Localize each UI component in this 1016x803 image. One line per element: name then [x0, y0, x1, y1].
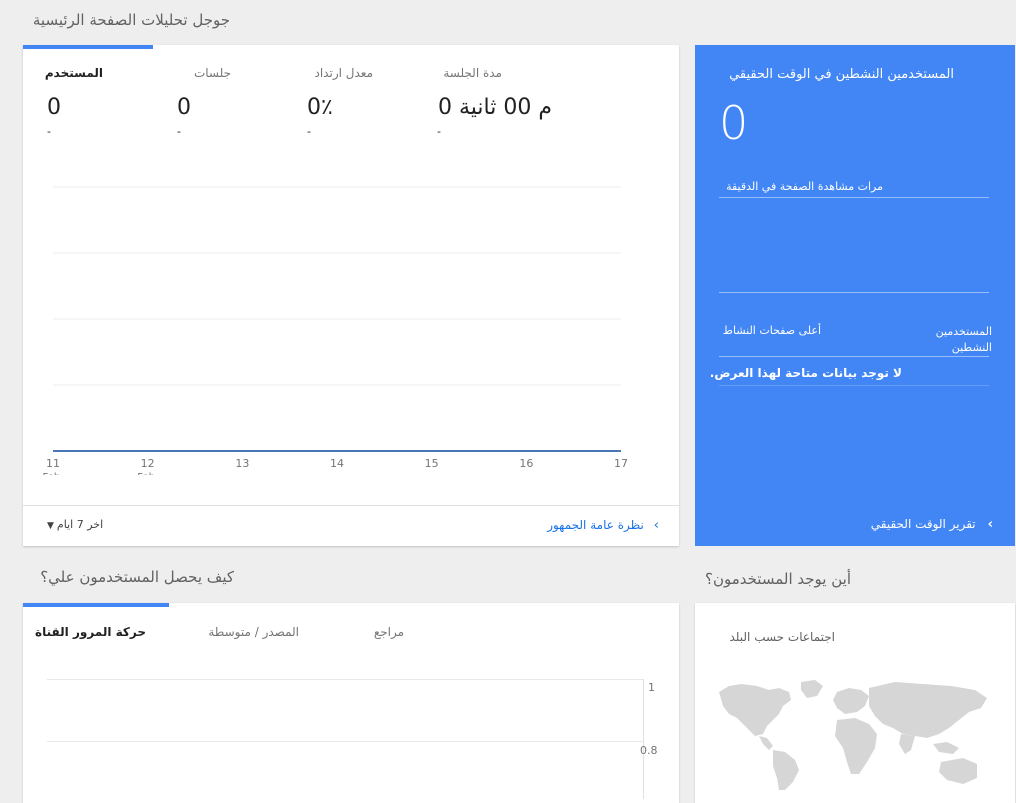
metric-session-duration[interactable]: مدة الجلسة: [402, 66, 502, 80]
x-tick-label: 15: [425, 457, 439, 470]
chevron-right-icon: ›: [653, 518, 659, 533]
tab-referrals[interactable]: مراجع: [374, 625, 404, 639]
metric-users-change: -: [47, 125, 51, 138]
realtime-report-label: تقرير الوقت الحقيقي: [870, 517, 976, 531]
location-card: اجتماعات حسب البلد: [695, 603, 1015, 803]
metric-duration-change: -: [437, 125, 441, 138]
metric-bounce-value: 0٪: [307, 95, 333, 120]
tab-source-medium[interactable]: المصدر / متوسطة: [208, 625, 299, 639]
acquisition-section-title: كيف يحصل المستخدمون علي؟: [40, 568, 234, 586]
users-line-chart: 11 Feb. 12 Feb. 13 14 15 16 17: [43, 186, 628, 475]
chevron-right-icon: ›: [987, 517, 993, 532]
x-tick-label: 16: [519, 457, 533, 470]
active-metric-indicator: [23, 45, 153, 49]
top-pages-column-header: أعلى صفحات النشاط: [722, 324, 821, 337]
active-users-column-header: المستخدمين النشطين: [935, 325, 992, 354]
gridline-bottom: [47, 741, 643, 742]
pageviews-per-minute-label: مرات مشاهدة الصفحة في الدقيقة: [726, 180, 883, 193]
audience-overview-label: نظرة عامة الجمهور: [547, 518, 644, 532]
gridline-top: [47, 679, 643, 680]
x-tick-label: 12: [141, 457, 155, 470]
metric-duration-value: م 00 ثانية 0: [438, 95, 552, 120]
realtime-report-link[interactable]: › تقرير الوقت الحقيقي: [871, 517, 993, 532]
caret-down-icon: ▼: [47, 521, 54, 531]
x-tick-label: 17: [614, 457, 628, 470]
no-data-message: لا توجد بيانات متاحة لهذا العرض.: [709, 366, 902, 380]
x-tick-label: 13: [235, 457, 249, 470]
card-footer-divider: [23, 505, 679, 506]
active-tab-indicator: [23, 603, 169, 607]
y-axis-line: [643, 679, 644, 799]
date-range-dropdown[interactable]: ▼ اخر 7 ايام: [47, 518, 103, 531]
metric-label: مدة الجلسة: [443, 66, 502, 80]
x-tick-month-label: Feb.: [43, 472, 64, 475]
table-header-divider: [719, 356, 989, 357]
table-bottom-divider: [719, 385, 989, 386]
location-section-title: أين يوجد المستخدمون؟: [704, 570, 851, 588]
audience-overview-card: المستخدم 0 - جلسات 0 - معدل ارتداد 0٪ - …: [23, 45, 679, 546]
metric-users[interactable]: المستخدم: [3, 66, 103, 80]
metric-label: جلسات: [193, 66, 231, 80]
metric-label: معدل ارتداد: [314, 66, 374, 80]
metric-sessions-change: -: [177, 125, 181, 138]
realtime-card: المستخدمين النشطين في الوقت الحقيقي 0 مر…: [695, 45, 1015, 546]
realtime-title: المستخدمين النشطين في الوقت الحقيقي: [729, 67, 954, 82]
pageviews-top-line: [719, 197, 989, 198]
y-tick-label: 0.8: [640, 744, 658, 757]
y-tick-label: 1: [648, 681, 655, 694]
x-tick-label: 11: [46, 457, 60, 470]
acquisition-card: حركة المرور القناة المصدر / متوسطة مراجع…: [23, 603, 679, 803]
metric-users-value: 0: [47, 95, 61, 120]
audience-overview-link[interactable]: › نظرة عامة الجمهور: [547, 518, 659, 533]
metric-sessions[interactable]: جلسات: [131, 66, 231, 80]
realtime-active-users: 0: [719, 96, 749, 150]
metric-label: المستخدم: [44, 66, 103, 80]
x-tick-label: 14: [330, 457, 344, 470]
page-title: جوجل تحليلات الصفحة الرئيسية: [32, 11, 230, 29]
metric-bounce-rate[interactable]: معدل ارتداد: [273, 66, 374, 80]
metric-bounce-change: -: [307, 125, 311, 138]
date-range-label: اخر 7 ايام: [56, 518, 104, 531]
metric-sessions-value: 0: [177, 95, 191, 120]
x-tick-month-label: Feb.: [137, 472, 158, 475]
world-map: [719, 680, 987, 790]
tab-channel-traffic[interactable]: حركة المرور القناة: [35, 625, 146, 639]
sessions-by-country-label: اجتماعات حسب البلد: [729, 630, 836, 644]
pageviews-bottom-line: [719, 292, 989, 293]
